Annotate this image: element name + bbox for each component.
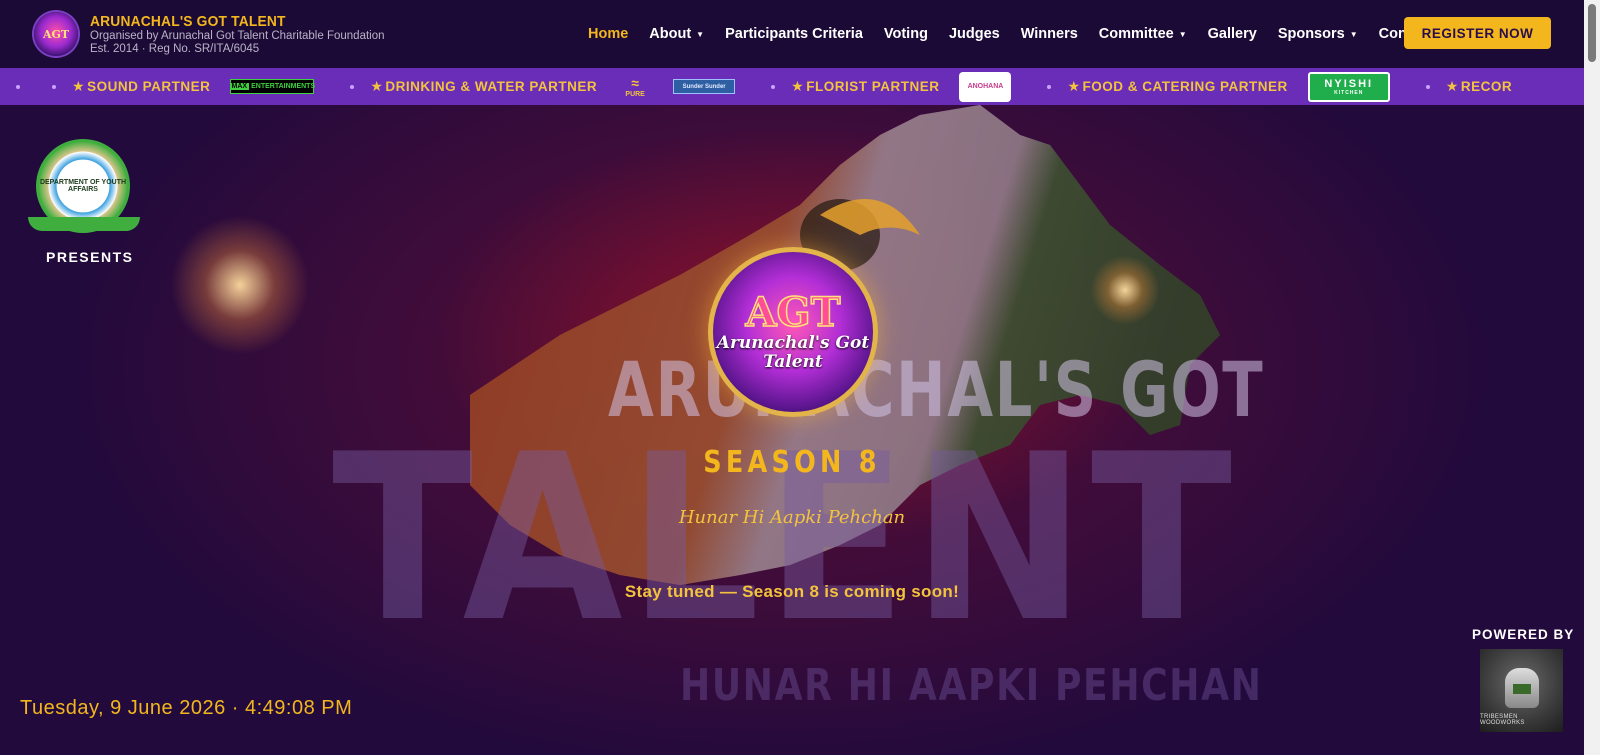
nav-gallery[interactable]: Gallery bbox=[1208, 26, 1257, 42]
nav-about[interactable]: About ▼ bbox=[649, 26, 704, 42]
recording-partner-label: ★ RECOR bbox=[1446, 78, 1512, 95]
powered-by-label: POWERED BY bbox=[1472, 627, 1575, 642]
site-registration: Est. 2014 · Reg No. SR/ITA/6045 bbox=[90, 42, 260, 55]
nav-winners[interactable]: Winners bbox=[1021, 26, 1078, 42]
powered-logo-name: TRIBESMEN WOODWORKS bbox=[1480, 714, 1525, 726]
nav-gallery-label: Gallery bbox=[1207, 26, 1257, 42]
page-scrollbar[interactable] bbox=[1584, 0, 1600, 755]
presents-label: PRESENTS bbox=[46, 249, 134, 265]
brand[interactable]: AGT ARUNACHAL'S GOT TALENT Organised by … bbox=[34, 12, 385, 56]
nav-sponsors-label: Sponsors bbox=[1277, 26, 1345, 42]
sound-partner-label: ★ SOUND PARTNER bbox=[72, 78, 210, 95]
wave-icon: ≈ bbox=[631, 75, 639, 91]
brand-text: ARUNACHAL'S GOT TALENT Organised by Arun… bbox=[90, 13, 385, 56]
recording-partner-text: RECOR bbox=[1460, 79, 1513, 94]
nav-home-label: Home bbox=[588, 26, 629, 42]
nav-voting-label: Voting bbox=[883, 26, 928, 42]
separator-dot bbox=[350, 84, 355, 89]
site-subtitle: Organised by Arunachal Got Talent Charit… bbox=[90, 29, 385, 42]
drinking-partner-label: ★ DRINKING & WATER PARTNER bbox=[370, 78, 597, 95]
hero-banner: ARUNACHAL'S GOT TALENT HUNAR HI AAPKI PE… bbox=[0, 105, 1584, 755]
nyishi-logo-text: NYISHI bbox=[1324, 77, 1374, 90]
nav-participants-label: Participants Criteria bbox=[725, 26, 863, 42]
drinking-partner-text: DRINKING & WATER PARTNER bbox=[385, 79, 598, 94]
nav-home[interactable]: Home bbox=[588, 26, 628, 42]
nav-committee-label: Committee bbox=[1098, 26, 1174, 42]
food-partner-label: ★ FOOD & CATERING PARTNER bbox=[1067, 78, 1287, 95]
site-header: AGT ARUNACHAL'S GOT TALENT Organised by … bbox=[0, 0, 1584, 68]
nyishi-kitchen-logo: NYISHI KITCHEN bbox=[1307, 71, 1390, 102]
nav-committee[interactable]: Committee ▼ bbox=[1099, 26, 1187, 42]
separator-dot bbox=[771, 84, 776, 89]
food-partner-text: FOOD & CATERING PARTNER bbox=[1082, 79, 1288, 94]
nav-participants-criteria[interactable]: Participants Criteria bbox=[725, 26, 863, 42]
star-icon: ★ bbox=[72, 78, 86, 94]
star-icon: ★ bbox=[791, 78, 805, 94]
register-now-button[interactable]: REGISTER NOW bbox=[1404, 17, 1551, 49]
partner-ticker: ★ SOUND PARTNER MAX ENTERTAINMENTS ★ DRINKI… bbox=[0, 68, 1584, 105]
live-datetime: Tuesday, 9 June 2026 · 4:49:08 PM bbox=[20, 697, 353, 719]
star-icon: ★ bbox=[370, 78, 384, 94]
tribal-mask-icon bbox=[1504, 668, 1539, 708]
anohana-logo: ANOHANA bbox=[959, 71, 1012, 102]
season-heading: SEASON 8 bbox=[703, 445, 881, 480]
tribesmen-woodworks-logo[interactable]: TRIBESMEN WOODWORKS bbox=[1480, 649, 1563, 732]
sparkle-effect bbox=[170, 215, 310, 355]
star-icon: ★ bbox=[1067, 78, 1081, 94]
anohana-logo-text: ANOHANA bbox=[967, 83, 1004, 90]
max-logo-text: ENTERTAINMENTS bbox=[251, 83, 316, 90]
bg-title-line3: HUNAR HI AAPKI PEHCHAN bbox=[680, 660, 1263, 711]
nyishi-logo-sub: KITCHEN bbox=[1334, 89, 1364, 96]
caret-down-icon: ▼ bbox=[1178, 29, 1187, 39]
sunder-logo: Sunder Sunder bbox=[673, 79, 736, 94]
tagline: Hunar Hi Aapki Pehchan bbox=[678, 507, 906, 528]
separator-dot bbox=[16, 84, 20, 89]
agt-logo-full: Arunachal's Got Talent bbox=[716, 333, 870, 372]
main-nav: Home About ▼ Participants Criteria Voting… bbox=[588, 0, 1454, 68]
agt-main-logo: AGT Arunachal's Got Talent bbox=[708, 247, 878, 417]
sparkle-effect bbox=[1090, 255, 1160, 325]
separator-dot bbox=[1425, 84, 1430, 89]
nav-judges-label: Judges bbox=[948, 26, 1000, 42]
sound-partner-text: SOUND PARTNER bbox=[87, 79, 211, 94]
star-icon: ★ bbox=[1445, 78, 1459, 94]
nav-voting[interactable]: Voting bbox=[884, 26, 928, 42]
caret-down-icon: ▼ bbox=[1349, 29, 1358, 39]
florist-partner-label: ★ FLORIST PARTNER bbox=[791, 78, 939, 95]
coming-soon-message: Stay tuned — Season 8 is coming soon! bbox=[624, 582, 960, 601]
max-entertainments-logo: MAX ENTERTAINMENTS bbox=[229, 79, 316, 94]
pure-logo-text: PURE bbox=[625, 91, 645, 98]
nav-sponsors[interactable]: Sponsors ▼ bbox=[1278, 26, 1358, 42]
nav-judges[interactable]: Judges bbox=[949, 26, 1000, 42]
site-title[interactable]: ARUNACHAL'S GOT TALENT bbox=[90, 13, 361, 30]
max-logo-mark: MAX bbox=[229, 83, 250, 90]
pure-water-logo: ≈ PURE bbox=[617, 74, 653, 100]
scrollbar-thumb[interactable] bbox=[1588, 4, 1596, 62]
agt-logo-short: AGT bbox=[745, 289, 841, 336]
nav-about-label: About bbox=[649, 26, 692, 42]
emblem-ribbon bbox=[28, 217, 140, 231]
caret-down-icon: ▼ bbox=[696, 29, 705, 39]
agt-logo-icon[interactable]: AGT bbox=[34, 12, 78, 56]
nav-winners-label: Winners bbox=[1020, 26, 1078, 42]
florist-partner-text: FLORIST PARTNER bbox=[806, 79, 940, 94]
separator-dot bbox=[52, 84, 56, 89]
separator-dot bbox=[1047, 84, 1052, 89]
